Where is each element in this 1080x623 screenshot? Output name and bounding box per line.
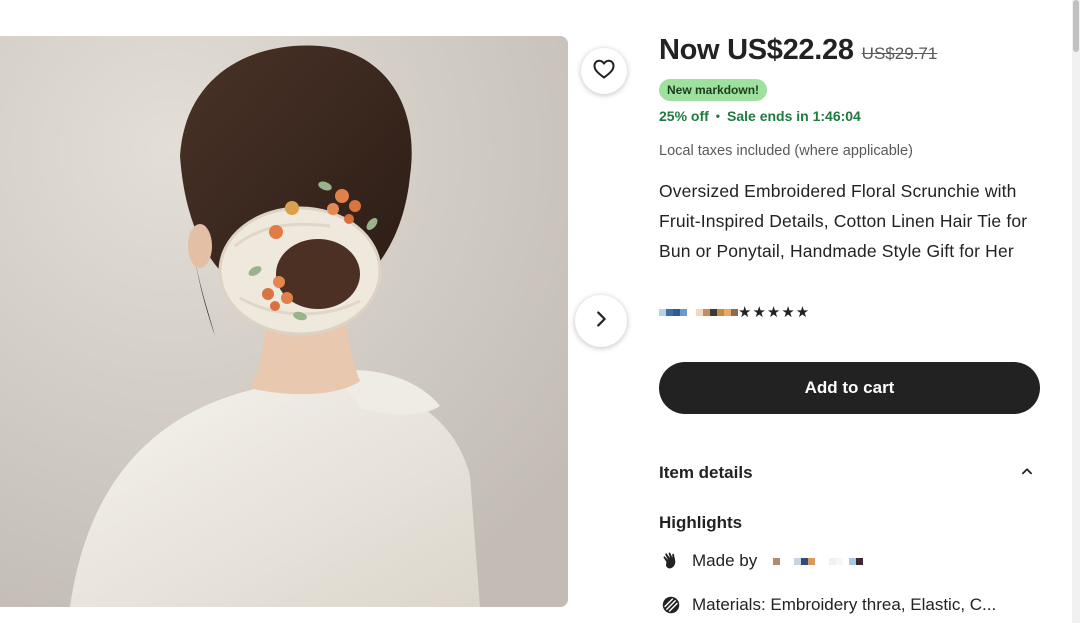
chevron-up-icon	[1020, 464, 1034, 483]
materials-row: Materials: Embroidery threa, Elastic, C.…	[659, 593, 996, 617]
product-title: Oversized Embroidered Floral Scrunchie w…	[659, 181, 1028, 261]
heart-outline-icon	[592, 57, 616, 86]
scrollbar-thumb[interactable]	[1073, 0, 1079, 52]
price-row: Now US$22.28 US$29.71	[659, 34, 937, 67]
item-details-heading: Item details	[659, 463, 753, 482]
next-image-button[interactable]	[575, 295, 627, 347]
chevron-right-icon	[590, 308, 612, 335]
product-photo-illustration	[0, 36, 568, 607]
sale-info: 25% off • Sale ends in 1:46:04	[659, 108, 861, 124]
discount-text: 25% off	[659, 108, 709, 124]
materials-text: Materials: Embroidery threa, Elastic, C.…	[692, 595, 997, 614]
markdown-badge: New markdown!	[659, 79, 768, 101]
current-price: Now US$22.28	[659, 34, 854, 66]
taxes-note: Local taxes included (where applicable)	[659, 143, 913, 159]
separator-dot: •	[715, 109, 720, 123]
shop-rating-row[interactable]: ★★★★★	[659, 304, 811, 321]
thread-spool-icon	[659, 593, 683, 617]
made-by-label: Made by	[692, 551, 758, 570]
made-by-row: Made by	[659, 549, 864, 573]
sale-countdown: Sale ends in 1:46:04	[727, 108, 861, 124]
highlights-heading: Highlights	[659, 513, 743, 532]
product-photo	[0, 36, 568, 607]
page-scrollbar[interactable]	[1072, 0, 1080, 623]
shop-name-redacted	[659, 308, 738, 316]
item-details-toggle[interactable]: Item details	[659, 456, 1040, 490]
add-to-cart-button[interactable]: Add to cart	[659, 362, 1040, 414]
hand-wave-icon	[659, 549, 683, 573]
rating-stars: ★★★★★	[738, 304, 811, 321]
favorite-button[interactable]	[581, 48, 627, 94]
original-price: US$29.71	[861, 44, 938, 63]
maker-name-redacted	[773, 557, 864, 565]
